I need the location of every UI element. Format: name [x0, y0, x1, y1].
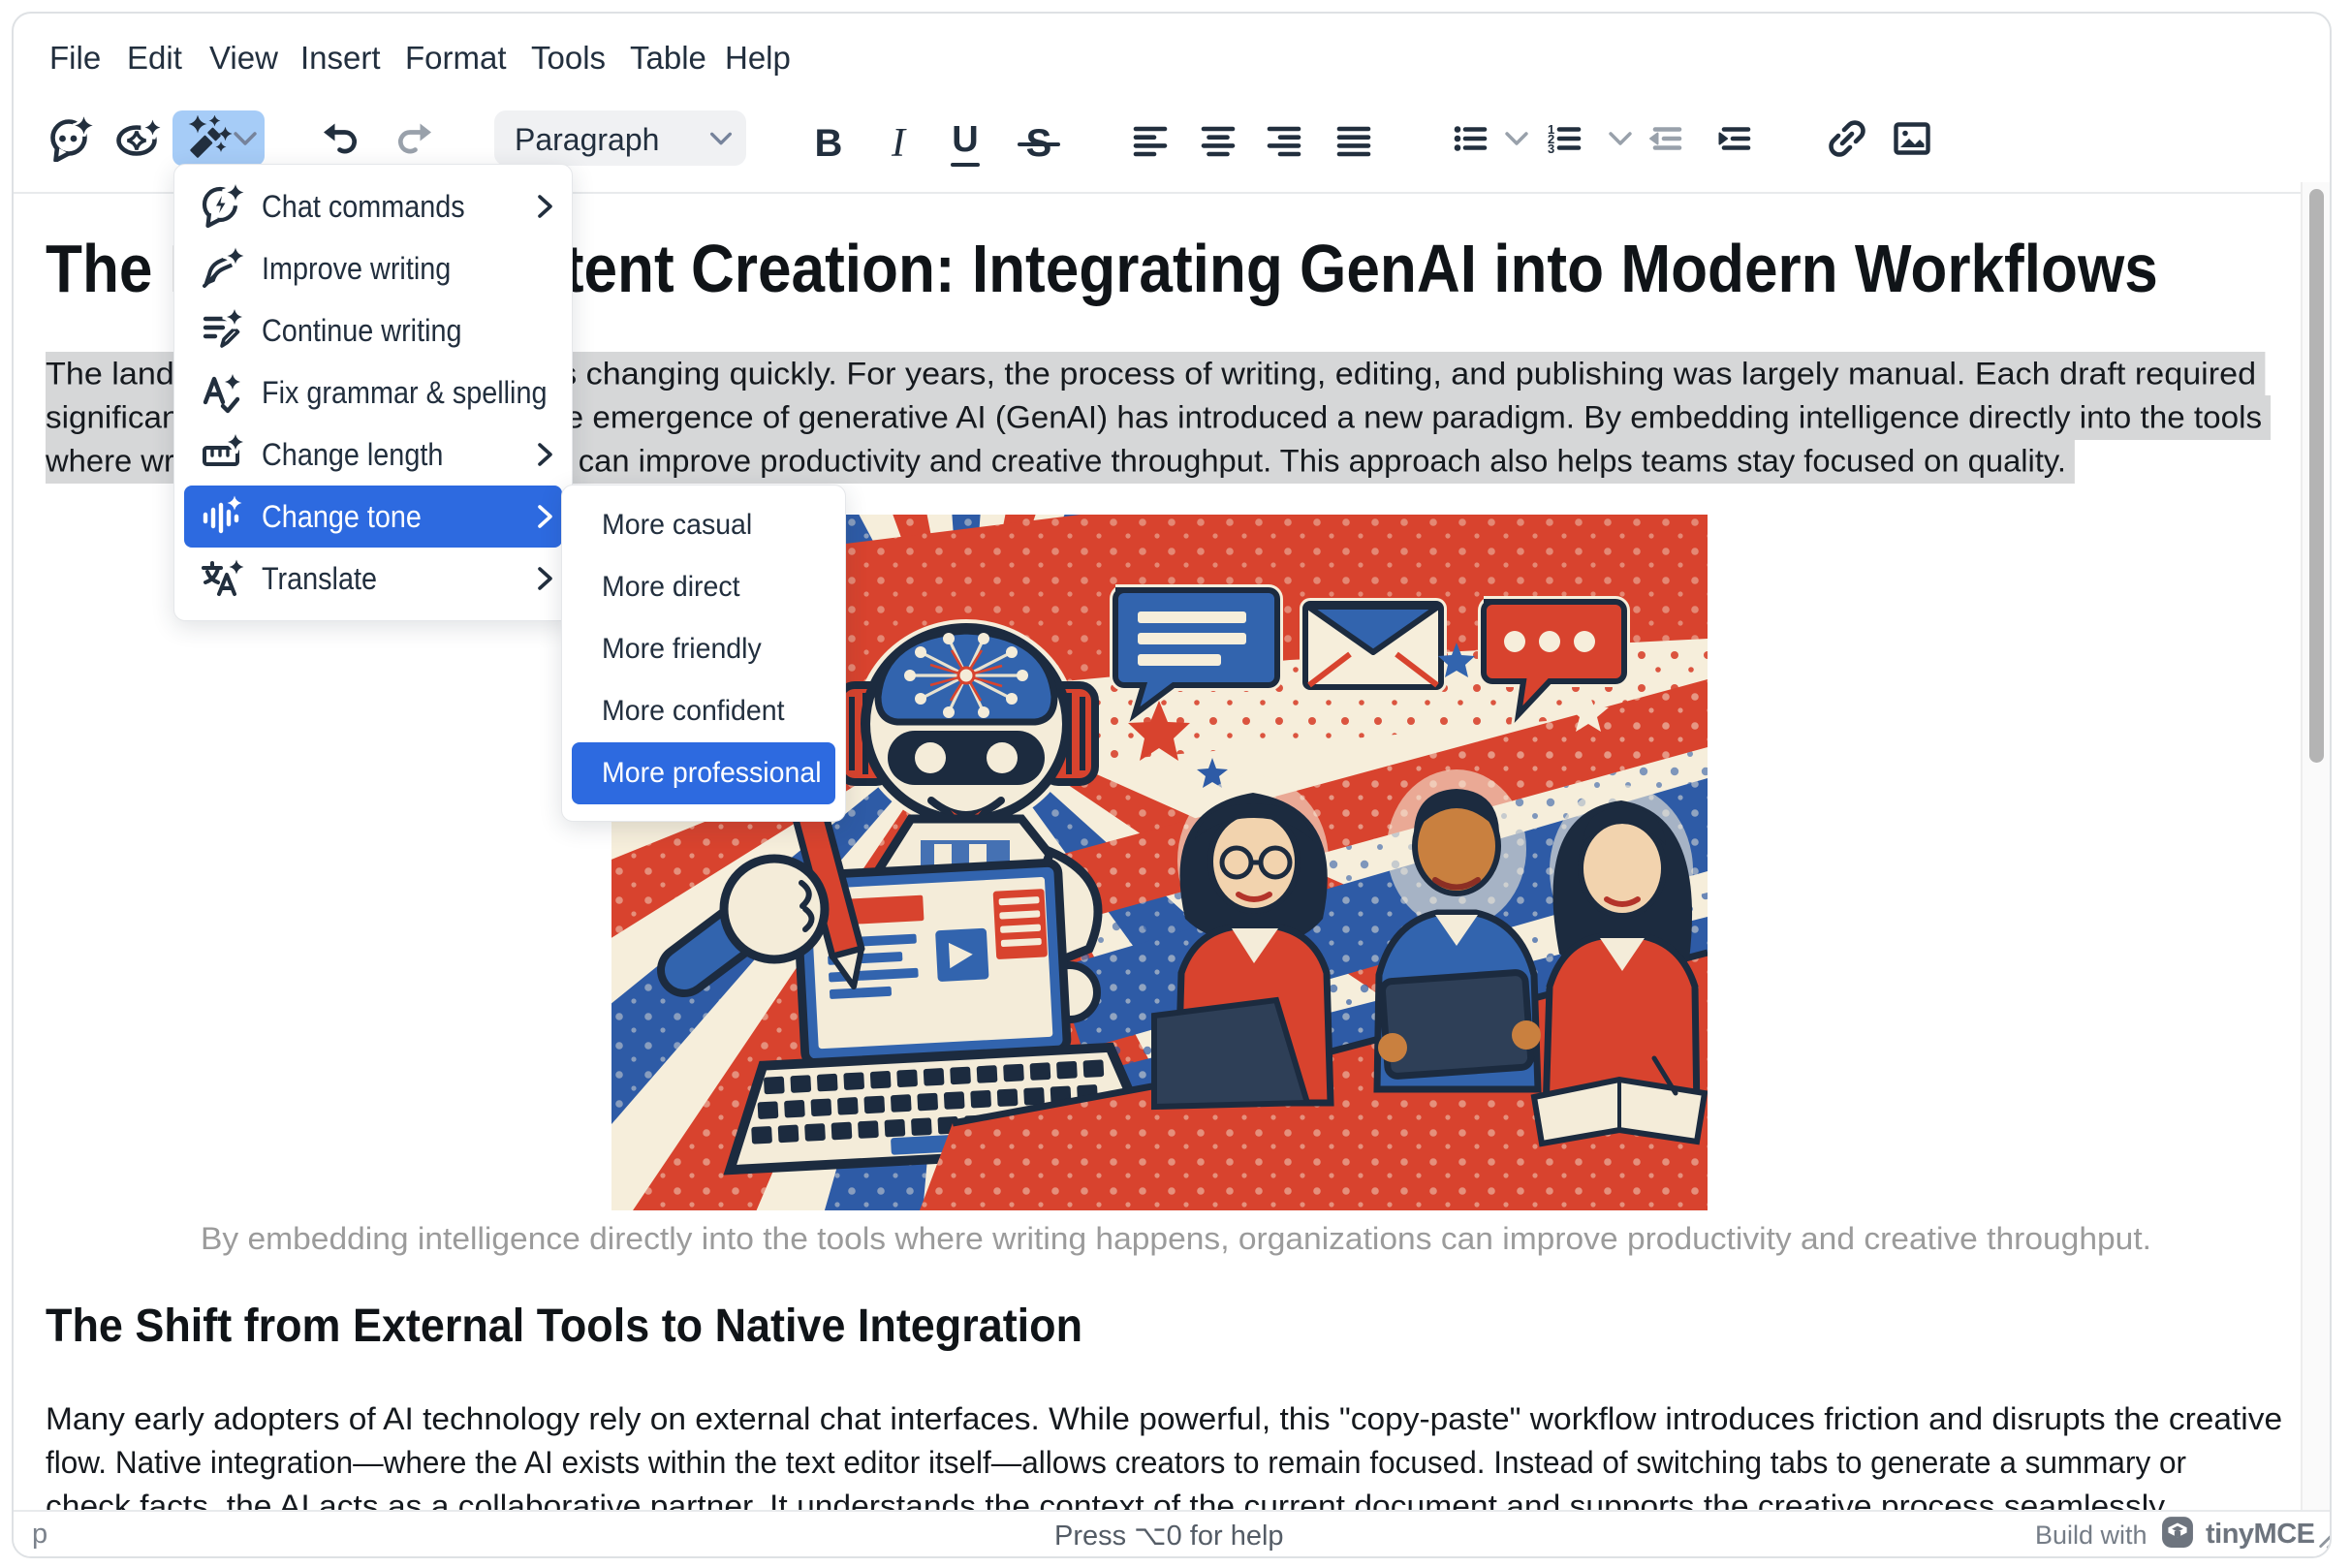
svg-text:3: 3	[1548, 141, 1554, 156]
